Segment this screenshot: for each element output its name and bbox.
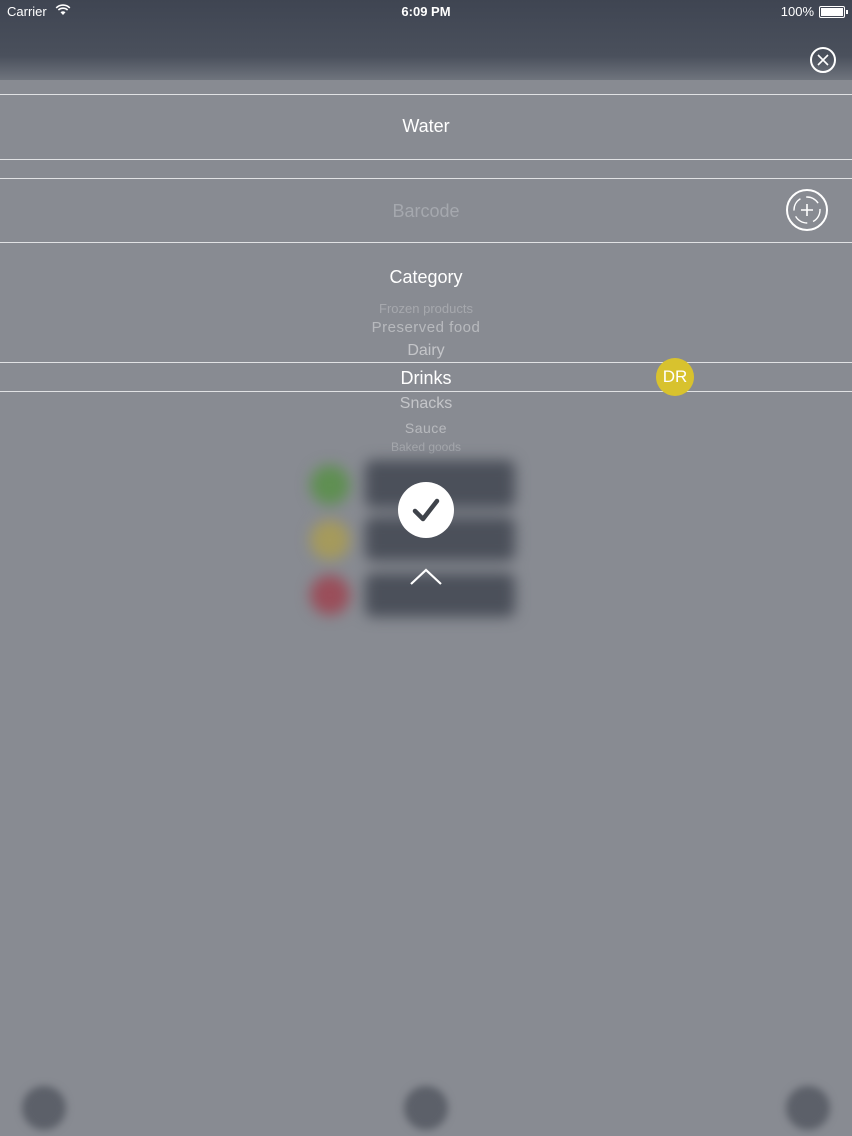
- category-title: Category: [389, 267, 463, 287]
- picker-item-sauce[interactable]: Sauce: [0, 420, 852, 436]
- picker-selection-top: [0, 362, 852, 363]
- barcode-scan-icon: [793, 196, 821, 224]
- toolbar-button-center: [404, 1086, 448, 1130]
- battery-percent: 100%: [780, 4, 814, 19]
- picker-item-preserved-food[interactable]: Preserved food: [0, 319, 852, 336]
- picker-item-baked-goods[interactable]: Baked goods: [0, 440, 852, 454]
- picker-item-dairy[interactable]: Dairy: [0, 342, 852, 360]
- status-bar: Carrier 6:09 PM 100%: [0, 0, 852, 24]
- checkmark-icon: [412, 498, 440, 522]
- picker-item-drinks[interactable]: Drinks: [0, 368, 852, 389]
- divider: [0, 94, 852, 95]
- picker-item-frozen-products[interactable]: Frozen products: [0, 301, 852, 316]
- close-icon: [817, 54, 829, 66]
- navigation-bar: Carrier 6:09 PM 100%: [0, 0, 852, 80]
- battery-icon: [819, 6, 848, 18]
- scan-barcode-button[interactable]: [786, 189, 828, 231]
- category-badge: DR: [656, 358, 694, 396]
- chevron-up-icon[interactable]: [408, 567, 444, 587]
- divider: [0, 159, 852, 160]
- picker-selection-bottom: [0, 391, 852, 392]
- name-value: Water: [402, 116, 450, 136]
- picker-item-snacks[interactable]: Snacks: [0, 395, 852, 413]
- close-button[interactable]: [810, 47, 836, 73]
- clock-label: 6:09 PM: [401, 4, 451, 19]
- divider: [0, 242, 852, 243]
- barcode-field[interactable]: Barcode: [0, 179, 852, 242]
- name-field[interactable]: Water: [0, 96, 852, 159]
- toolbar-button-left: [22, 1086, 66, 1130]
- barcode-placeholder: Barcode: [392, 201, 460, 221]
- confirm-button[interactable]: [398, 482, 454, 538]
- toolbar-button-right: [786, 1086, 830, 1130]
